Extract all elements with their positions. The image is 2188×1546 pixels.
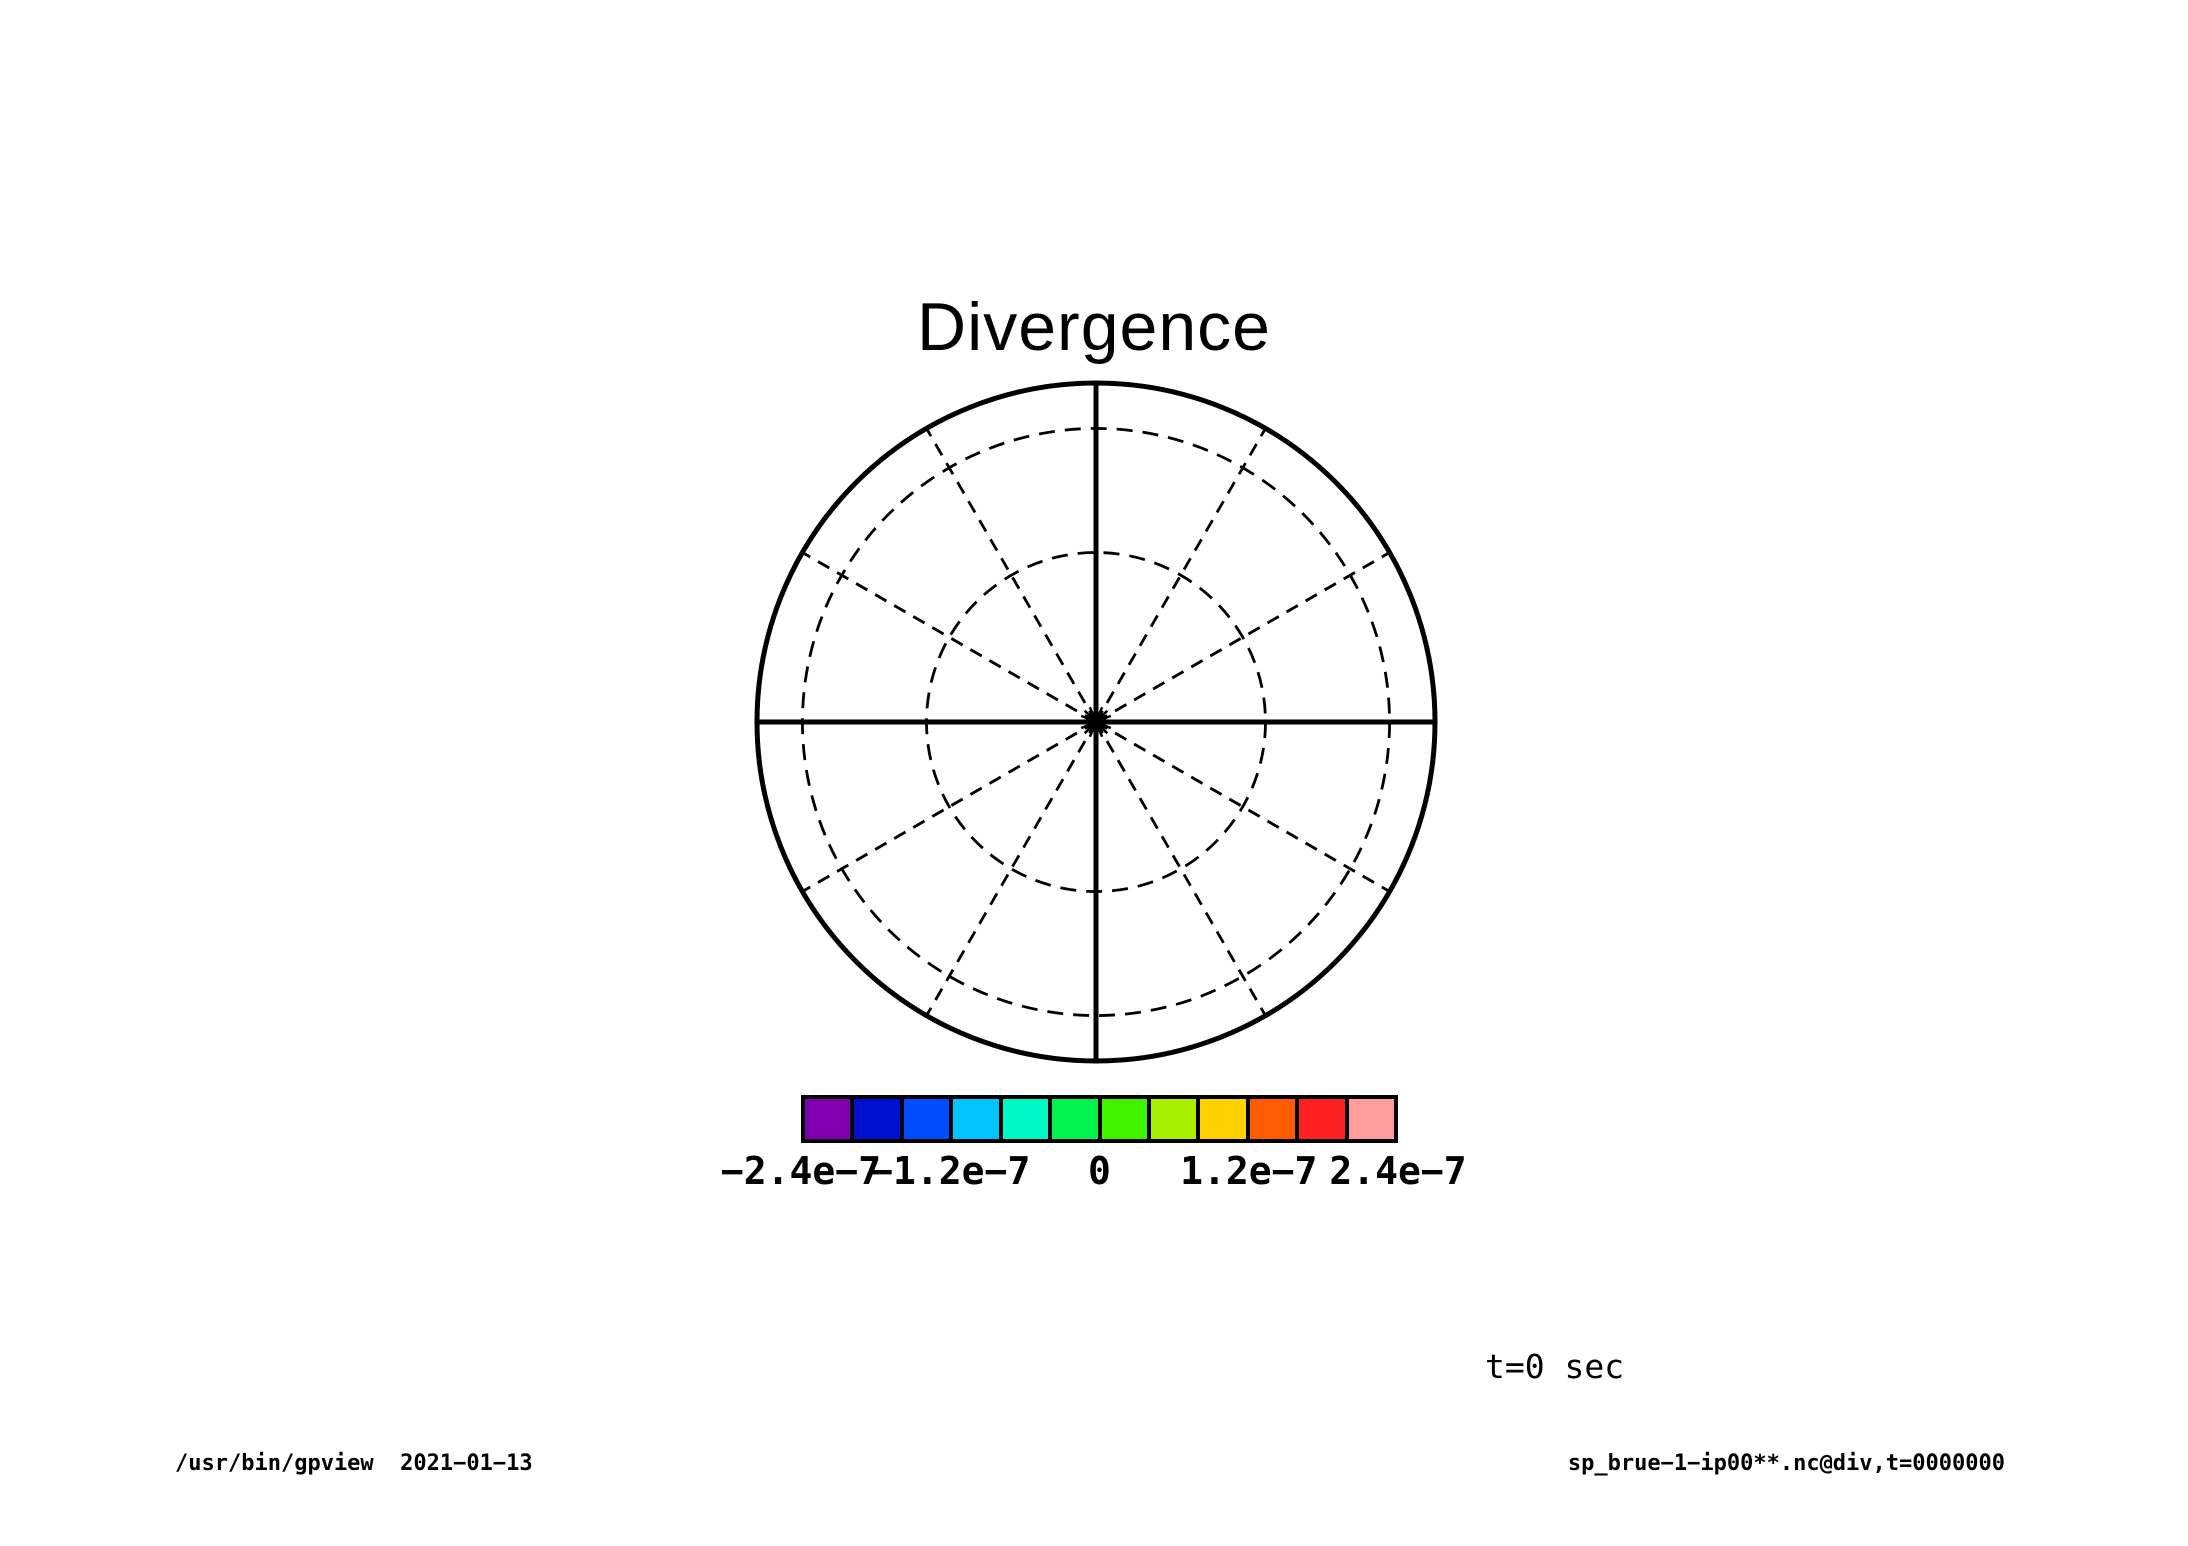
command-path-label: /usr/bin/gpview 2021−01−13	[175, 1451, 533, 1476]
polar-plot	[0, 0, 2188, 1546]
colorbar-tick-label: 0	[1088, 1149, 1111, 1193]
meridian-line-dashed	[1096, 722, 1266, 1016]
colorbar-cell	[1052, 1099, 1101, 1139]
colorbar-cell	[1299, 1099, 1348, 1139]
meridian-line-dashed	[927, 722, 1097, 1016]
colorbar-cell	[904, 1099, 953, 1139]
colorbar-tick-label: 2.4e−7	[1329, 1149, 1466, 1193]
colorbar-cell	[805, 1099, 854, 1139]
dataset-label: sp_brue−1−ip00**.nc@div,t=0000000	[1568, 1451, 2005, 1476]
colorbar-cell	[1349, 1099, 1394, 1139]
colorbar-cell	[953, 1099, 1002, 1139]
colorbar-cell	[1200, 1099, 1249, 1139]
colorbar-tick-label: −2.4e−7	[721, 1149, 881, 1193]
meridian-line-dashed	[802, 553, 1096, 723]
colorbar	[801, 1095, 1398, 1143]
colorbar-ticks: −2.4e−7−1.2e−701.2e−72.4e−7	[801, 1149, 1398, 1193]
colorbar-cell	[1151, 1099, 1200, 1139]
colorbar-cell	[1250, 1099, 1299, 1139]
colorbar-cell	[1102, 1099, 1151, 1139]
time-label: t=0 sec	[1485, 1347, 1624, 1386]
colorbar-tick-label: 1.2e−7	[1180, 1149, 1317, 1193]
colorbar-cell	[1003, 1099, 1052, 1139]
colorbar-tick-label: −1.2e−7	[870, 1149, 1030, 1193]
colorbar-cell	[854, 1099, 903, 1139]
